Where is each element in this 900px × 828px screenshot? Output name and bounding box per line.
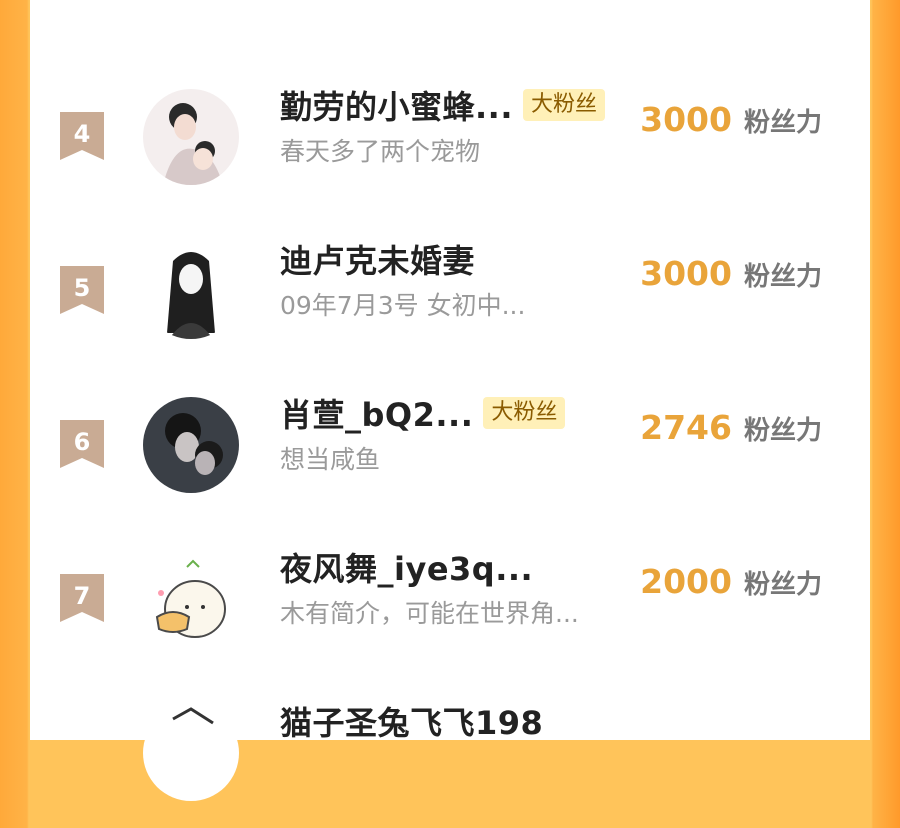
rank-flag: 4	[60, 112, 104, 160]
fan-power: 2000 粉丝力	[640, 562, 822, 601]
user-bio: 春天多了两个宠物	[280, 137, 481, 166]
fan-power-value: 3000	[640, 254, 732, 293]
user-name[interactable]: 夜风舞_iye3q...	[280, 544, 533, 590]
fan-power-value: 3000	[640, 100, 732, 139]
user-bio: 09年7月3号 女初中...	[280, 291, 526, 320]
user-name[interactable]: 勤劳的小蜜蜂...	[280, 82, 513, 128]
avatar[interactable]	[143, 705, 239, 801]
avatar[interactable]	[143, 89, 239, 185]
rank-flag: 5	[60, 266, 104, 314]
fan-power-unit: 粉丝力	[743, 108, 822, 138]
user-name[interactable]: 肖萱_bQ2...	[280, 390, 473, 436]
fan-badge: 大粉丝	[483, 397, 566, 429]
list-item[interactable]: 5 迪卢克未婚妻 09年7月3号 女初中... 3000 粉丝力	[30, 242, 870, 366]
fan-power: 3000 粉丝力	[640, 100, 822, 139]
avatar[interactable]	[143, 551, 239, 647]
list-item[interactable]: 4 勤劳的小蜜蜂... 大粉丝 春天多了两个宠物 3000 粉丝力	[30, 88, 870, 212]
rank-flag: 7	[60, 574, 104, 622]
fan-power-unit: 粉丝力	[743, 416, 822, 446]
rank-flag: 6	[60, 420, 104, 468]
fan-power: 3000 粉丝力	[640, 254, 822, 293]
user-bio: 想当咸鱼	[280, 445, 381, 474]
fan-power-value: 2000	[640, 562, 732, 601]
user-name[interactable]: 迪卢克未婚妻	[280, 236, 475, 282]
user-bio: 木有简介，可能在世界角...	[280, 599, 579, 628]
fan-badge: 大粉丝	[522, 89, 605, 121]
fan-power: 2746 粉丝力	[640, 408, 822, 447]
fan-power-value: 2746	[640, 408, 732, 447]
fan-ranking-card: 4 勤劳的小蜜蜂... 大粉丝 春天多了两个宠物 3000 粉丝力 5 迪卢克未…	[30, 0, 870, 801]
fan-power-unit: 粉丝力	[743, 570, 822, 600]
user-name[interactable]: 猫子圣兔飞飞198	[280, 698, 543, 744]
list-item[interactable]: 6 肖萱_bQ2... 大粉丝 想当咸鱼 2746 粉丝力	[30, 396, 870, 520]
list-item[interactable]: 猫子圣兔飞飞198	[30, 704, 870, 828]
avatar[interactable]	[143, 397, 239, 493]
list-item[interactable]: 7 夜风舞_iye3q... 木有简介，可能在世界角... 2000 粉丝力	[30, 550, 870, 674]
avatar[interactable]	[143, 243, 239, 339]
fan-power-unit: 粉丝力	[743, 262, 822, 292]
